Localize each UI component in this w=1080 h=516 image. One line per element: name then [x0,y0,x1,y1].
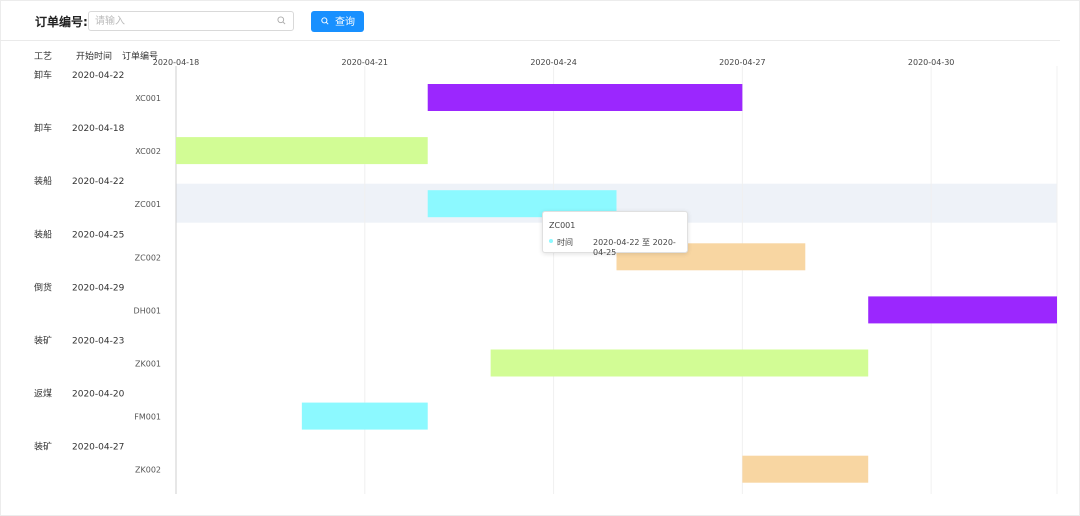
tooltip-series-marker [549,239,553,243]
row-start-label: 2020-04-25 [72,230,124,240]
column-header-start-time: 开始时间 [76,50,112,62]
row-process-label: 装船 [34,175,52,187]
row-start-label: 2020-04-22 [72,71,124,81]
row-process-label: 装船 [34,228,52,240]
x-tick-label: 2020-04-21 [342,58,389,67]
column-header-process: 工艺 [34,51,52,62]
gantt-bar-xc002[interactable] [176,137,428,165]
row-process-label: 卸车 [34,122,52,134]
label-layer: 工艺 开始时间 订单编号 2020-04-18 2020-04-21 2020-04… [34,50,954,475]
tooltip-title: ZC001 [549,221,576,230]
row-order-code: ZC002 [135,253,161,262]
tooltip-range: 2020-04-22 至 2020-04-25 [593,238,676,257]
x-tick-label: 2020-04-30 [908,58,955,67]
row-order-code: ZK001 [135,360,161,369]
row-start-label: 2020-04-27 [72,443,124,453]
grid-layer [175,66,1058,494]
tooltip-series-label: 时间 [557,238,573,247]
row-process-label: 装矿 [34,335,52,347]
gantt-bar-xc001[interactable] [427,84,743,111]
row-start-label: 2020-04-23 [72,337,124,347]
gantt-bar-dh001[interactable] [868,296,1057,324]
row-order-code: XC002 [135,147,161,156]
row-process-label: 卸车 [34,69,52,81]
row-start-label: 2020-04-20 [72,390,125,400]
row-order-code: FM001 [134,413,161,422]
gantt-bar-zk001[interactable] [490,349,869,377]
row-order-code: ZC001 [135,200,161,209]
bar-layer [176,84,1057,483]
gantt-bar-fm001[interactable] [301,402,428,430]
row-start-label: 2020-04-18 [72,124,125,134]
row-order-code: ZK002 [135,466,161,475]
x-tick-label: 2020-04-24 [530,58,577,67]
row-order-code: DH001 [134,306,161,315]
row-start-label: 2020-04-29 [72,283,125,293]
row-start-label: 2020-04-22 [72,177,124,187]
chart-tooltip: ZC001 时间 2020-04-22 至 2020-04-25 [542,211,688,257]
row-process-label: 装矿 [34,441,52,453]
x-tick-label: 2020-04-18 [153,58,200,67]
gantt-bar-zk002[interactable] [742,455,869,483]
row-order-code: XC001 [135,94,161,103]
x-tick-label: 2020-04-27 [719,58,766,67]
row-process-label: 返煤 [34,388,52,400]
row-process-label: 倒货 [34,281,52,293]
gantt-chart: 工艺 开始时间 订单编号 2020-04-18 2020-04-21 2020-04… [34,50,1058,494]
